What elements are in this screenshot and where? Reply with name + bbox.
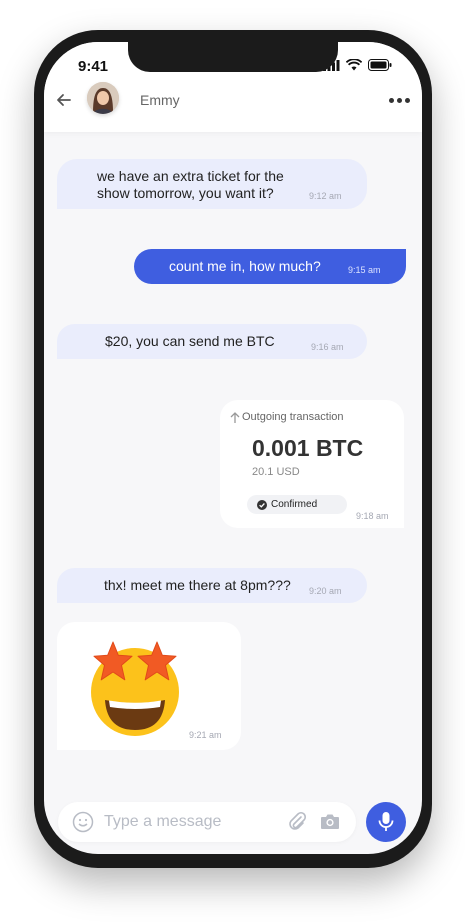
message-time: 9:18 am bbox=[356, 511, 389, 521]
message-time: 9:20 am bbox=[309, 586, 342, 596]
message-text: $20, you can send me BTC bbox=[105, 333, 275, 349]
transaction-label: Outgoing transaction bbox=[242, 411, 344, 423]
battery-icon bbox=[368, 59, 392, 71]
arrow-up-icon bbox=[230, 412, 240, 423]
microphone-icon bbox=[378, 812, 394, 831]
back-arrow-icon[interactable] bbox=[54, 90, 74, 110]
transaction-card[interactable]: Outgoing transaction 0.001 BTC 20.1 USD … bbox=[220, 400, 404, 528]
emoji-picker-icon[interactable] bbox=[72, 811, 94, 833]
chat-screen: 9:41 Emmy we have an extra ticket for th… bbox=[44, 42, 422, 854]
message-text: we have an extra ticket for the bbox=[97, 168, 284, 184]
message-bubble-incoming[interactable]: thx! meet me there at 8pm??? 9:20 am bbox=[57, 568, 367, 603]
status-time: 9:41 bbox=[78, 58, 109, 75]
message-time: 9:21 am bbox=[189, 730, 222, 740]
message-bubble-incoming[interactable]: we have an extra ticket for the show tom… bbox=[57, 159, 367, 209]
message-time: 9:15 am bbox=[348, 265, 381, 275]
transaction-amount: 0.001 BTC bbox=[252, 435, 364, 461]
message-bubble-outgoing[interactable]: count me in, how much? 9:15 am bbox=[134, 249, 406, 284]
wifi-icon bbox=[346, 59, 362, 71]
checkmark-circle-icon bbox=[257, 500, 267, 510]
confirmed-status-badge: Confirmed bbox=[247, 495, 347, 514]
message-text: count me in, how much? bbox=[169, 258, 321, 274]
message-text: thx! meet me there at 8pm??? bbox=[104, 577, 291, 593]
attachment-icon[interactable] bbox=[286, 811, 308, 833]
contact-name[interactable]: Emmy bbox=[140, 92, 180, 108]
message-time: 9:12 am bbox=[309, 191, 342, 201]
star-struck-emoji-icon bbox=[91, 641, 179, 736]
message-text: show tomorrow, you want it? bbox=[97, 185, 274, 201]
more-options-icon[interactable] bbox=[389, 98, 410, 103]
status-text: Confirmed bbox=[271, 499, 318, 510]
contact-avatar[interactable] bbox=[87, 82, 119, 114]
microphone-button[interactable] bbox=[366, 802, 406, 842]
message-time: 9:16 am bbox=[311, 342, 344, 352]
avatar-image bbox=[87, 82, 119, 114]
message-input[interactable]: Type a message bbox=[104, 813, 221, 831]
message-composer[interactable]: Type a message bbox=[58, 802, 356, 842]
camera-icon[interactable] bbox=[320, 813, 340, 830]
message-bubble-incoming[interactable]: $20, you can send me BTC 9:16 am bbox=[57, 324, 367, 359]
phone-frame: 9:41 Emmy we have an extra ticket for th… bbox=[34, 30, 432, 868]
transaction-fiat-value: 20.1 USD bbox=[252, 466, 300, 478]
message-bubble-emoji[interactable]: 9:21 am bbox=[57, 622, 241, 750]
device-notch bbox=[128, 42, 338, 72]
